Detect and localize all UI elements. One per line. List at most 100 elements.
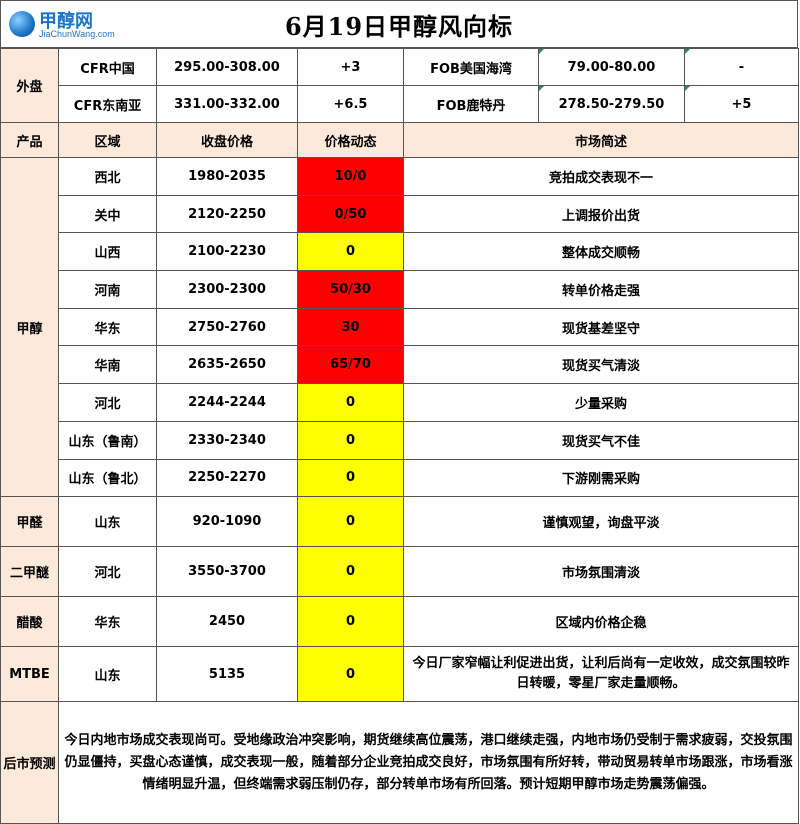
price-cell: 3550-3700 — [156, 546, 298, 598]
external-market-row: CFR东南亚 331.00-332.00 +6.5 FOB鹿特丹 278.50-279.… — [1, 85, 799, 123]
price-cell: 2450 — [156, 596, 298, 648]
product-name: MTBE — [0, 646, 59, 703]
price-move-cell: 0 — [297, 646, 404, 703]
market-name: FOB美国海湾 — [403, 48, 539, 86]
price-cell: 2100-2230 — [156, 232, 298, 272]
price-cell: 2120-2250 — [156, 194, 298, 234]
price-move-cell: 0 — [297, 420, 404, 460]
product-name: 甲醇 — [0, 156, 59, 498]
column-header-product: 产品 — [0, 122, 59, 158]
market-price: 331.00-332.00 — [156, 85, 298, 123]
product-name: 醋酸 — [0, 596, 59, 648]
table-row: 河北 2244-2244 0 少量采购 — [1, 383, 799, 422]
price-cell: 2244-2244 — [156, 383, 298, 422]
price-cell: 2750-2760 — [156, 307, 298, 347]
region-cell: 河南 — [58, 270, 157, 309]
price-table: 外盘 CFR中国 295.00-308.00 +3 FOB美国海湾 79.00-80.00… — [0, 48, 799, 824]
price-cell: 1980-2035 — [156, 157, 298, 196]
forecast-text: 今日内地市场成交表现尚可。受地缘政治冲突影响，期货继续高位震荡，港口继续走强，内… — [58, 701, 799, 824]
price-cell: 2635-2650 — [156, 345, 298, 385]
price-cell: 920-1090 — [156, 496, 298, 548]
market-brief-cell: 现货买气不佳 — [403, 420, 799, 460]
page-title: 6月19日甲醇风向标 — [284, 11, 514, 41]
logo-url: JiaChunWang.com — [39, 29, 115, 39]
region-cell: 西北 — [58, 157, 157, 196]
price-move-cell: 30 — [297, 307, 404, 347]
market-change: - — [684, 48, 799, 86]
price-move-cell: 0 — [297, 546, 404, 598]
price-cell: 2300-2300 — [156, 270, 298, 309]
table-row: 醋酸 华东 2450 0 区域内价格企稳 — [0, 596, 799, 648]
market-price: 79.00-80.00 — [538, 48, 685, 86]
table-row: 山东（鲁南） 2330-2340 0 现货买气不佳 — [1, 420, 799, 460]
price-move-cell: 10/0 — [297, 157, 404, 196]
table-row: MTBE 山东 5135 0 今日厂家窄幅让利促进出货，让利后尚有一定收效，成交氛围较昨… — [0, 646, 799, 703]
table-row: 华南 2635-2650 65/70 现货买气清淡 — [1, 345, 799, 385]
market-price: 278.50-279.50 — [538, 85, 685, 123]
table-row: 河南 2300-2300 50/30 转单价格走强 — [1, 270, 799, 309]
market-brief-cell: 少量采购 — [403, 383, 799, 422]
market-brief-cell: 今日厂家窄幅让利促进出货，让利后尚有一定收效，成交氛围较昨日转暖，零星厂家走量顺… — [403, 646, 799, 703]
column-header-close-price: 收盘价格 — [156, 122, 298, 158]
market-change: +3 — [297, 48, 404, 86]
region-cell: 华南 — [58, 345, 157, 385]
table-row: 山东（鲁北） 2250-2270 0 下游刚需采购 — [1, 458, 799, 498]
column-header-row: 产品 区域 收盘价格 价格动态 市场简述 — [0, 122, 799, 158]
wind-vane-report: 甲醇网 JiaChunWang.com 6月19日甲醇风向标 外盘 CFR中国 29… — [0, 0, 800, 824]
market-price: 295.00-308.00 — [156, 48, 298, 86]
product-name: 二甲醚 — [0, 546, 59, 598]
table-row: 山西 2100-2230 0 整体成交顺畅 — [1, 232, 799, 272]
region-cell: 河北 — [58, 383, 157, 422]
product-name: 甲醛 — [0, 496, 59, 548]
table-row: 二甲醚 河北 3550-3700 0 市场氛围清淡 — [0, 546, 799, 598]
market-brief-cell: 市场氛围清淡 — [403, 546, 799, 598]
market-brief-cell: 区域内价格企稳 — [403, 596, 799, 648]
price-move-cell: 65/70 — [297, 345, 404, 385]
market-brief-cell: 转单价格走强 — [403, 270, 799, 309]
market-brief-cell: 上调报价出货 — [403, 194, 799, 234]
market-name: FOB鹿特丹 — [403, 85, 539, 123]
price-move-cell: 0 — [297, 232, 404, 272]
market-brief-cell: 现货买气清淡 — [403, 345, 799, 385]
market-brief-cell: 下游刚需采购 — [403, 458, 799, 498]
price-move-cell: 50/30 — [297, 270, 404, 309]
column-header-market-brief: 市场简述 — [403, 122, 799, 158]
market-brief-cell: 谨慎观望，询盘平淡 — [403, 496, 799, 548]
market-brief-cell: 整体成交顺畅 — [403, 232, 799, 272]
table-row: 华东 2750-2760 30 现货基差坚守 — [1, 307, 799, 347]
external-market-row: 外盘 CFR中国 295.00-308.00 +3 FOB美国海湾 79.00-80.00… — [0, 48, 799, 123]
price-cell: 2250-2270 — [156, 458, 298, 498]
price-move-cell: 0 — [297, 596, 404, 648]
table-row: 关中 2120-2250 0/50 上调报价出货 — [1, 194, 799, 234]
region-cell: 山西 — [58, 232, 157, 272]
region-cell: 山东（鲁南） — [58, 420, 157, 460]
market-brief-cell: 现货基差坚守 — [403, 307, 799, 347]
globe-icon — [9, 11, 35, 37]
price-move-cell: 0 — [297, 496, 404, 548]
table-row: 甲醇 西北 1980-2035 10/0 竞拍成交表现不一 — [0, 156, 799, 498]
region-cell: 华东 — [58, 307, 157, 347]
market-name: CFR中国 — [58, 48, 157, 86]
report-header: 甲醇网 JiaChunWang.com 6月19日甲醇风向标 — [0, 0, 798, 48]
price-move-cell: 0 — [297, 383, 404, 422]
price-move-cell: 0/50 — [297, 194, 404, 234]
region-cell: 华东 — [58, 596, 157, 648]
market-brief-cell: 竞拍成交表现不一 — [403, 157, 799, 196]
price-move-cell: 0 — [297, 458, 404, 498]
table-row: 甲醛 山东 920-1090 0 谨慎观望，询盘平淡 — [0, 496, 799, 548]
region-cell: 河北 — [58, 546, 157, 598]
region-cell: 山东 — [58, 646, 157, 703]
price-cell: 2330-2340 — [156, 420, 298, 460]
region-cell: 山东（鲁北） — [58, 458, 157, 498]
forecast-row: 后市预测 今日内地市场成交表现尚可。受地缘政治冲突影响，期货继续高位震荡，港口继续… — [0, 701, 799, 824]
external-market-label: 外盘 — [0, 48, 59, 123]
column-header-region: 区域 — [58, 122, 157, 158]
market-change: +5 — [684, 85, 799, 123]
region-cell: 关中 — [58, 194, 157, 234]
region-cell: 山东 — [58, 496, 157, 548]
forecast-label: 后市预测 — [0, 701, 59, 824]
price-cell: 5135 — [156, 646, 298, 703]
site-logo[interactable]: 甲醇网 JiaChunWang.com — [9, 7, 119, 43]
market-change: +6.5 — [297, 85, 404, 123]
market-name: CFR东南亚 — [58, 85, 157, 123]
